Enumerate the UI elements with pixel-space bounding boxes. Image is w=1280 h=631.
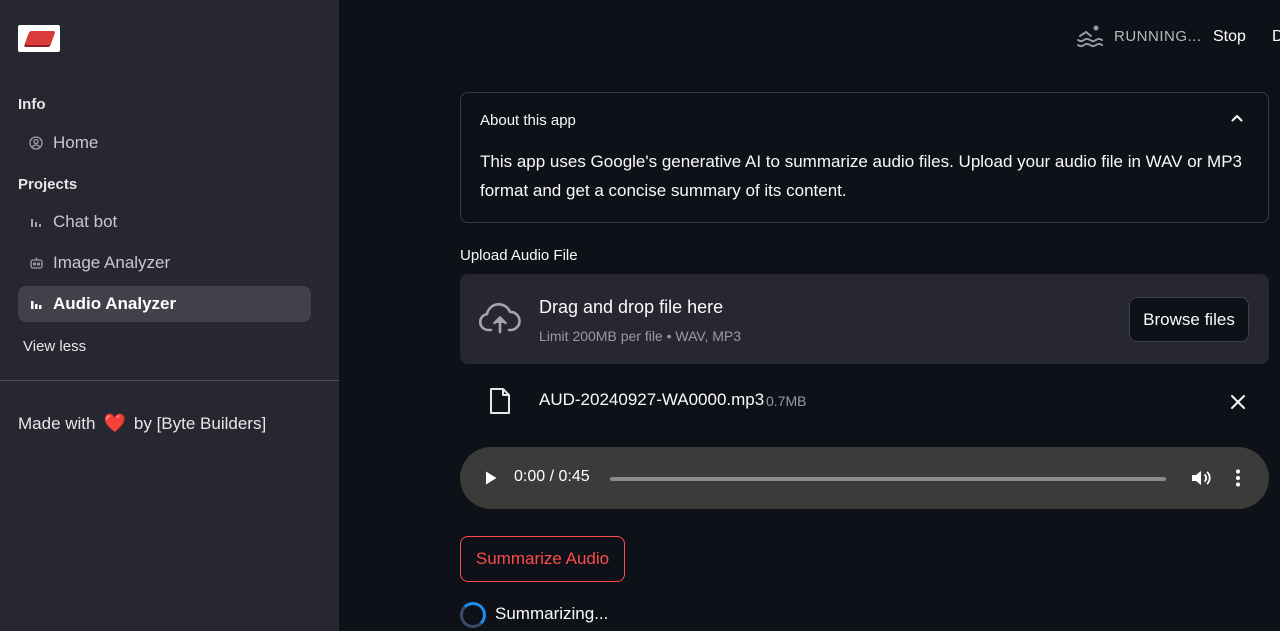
loading-spinner-icon [460,602,486,628]
file-dropzone[interactable]: Drag and drop file here Limit 200MB per … [460,274,1269,364]
volume-icon[interactable] [1191,469,1213,487]
sidebar-item-label: Audio Analyzer [53,294,177,313]
footer-suffix: by [Byte Builders] [133,413,267,433]
summarize-audio-button[interactable]: Summarize Audio [460,536,625,582]
cloud-upload-icon [478,303,521,334]
upload-label: Upload Audio File [460,247,578,264]
bar-chart-icon [28,214,44,230]
footer-prefix: Made with [18,413,96,433]
file-icon [490,388,510,414]
dropzone-title: Drag and drop file here [539,297,724,317]
about-expander: About this app This app uses Google's ge… [460,92,1269,223]
sidebar-item-chat-bot[interactable]: Chat bot [18,204,311,240]
browse-files-button[interactable]: Browse files [1129,297,1249,342]
expander-body: This app uses Google's generative AI to … [480,152,1243,200]
close-icon[interactable] [1229,393,1247,411]
heart-icon: ❤️ [103,413,126,433]
swimmer-icon [1077,25,1103,48]
view-less-link[interactable]: View less [23,338,86,355]
sidebar-item-label: Chat bot [53,212,118,231]
section-label-info: Info [18,96,46,113]
running-label: RUNNING... [1114,27,1202,45]
uploaded-file-name: AUD-20240927-WA0000.mp3 [539,390,765,409]
sidebar-divider [0,380,339,381]
dropzone-limits: Limit 200MB per file • WAV, MP3 [539,328,742,344]
sidebar: Info Home Projects Chat bot Image Analyz… [0,0,339,631]
audio-time: 0:00 / 0:45 [514,468,590,485]
deploy-button[interactable]: D [1272,28,1280,46]
running-status: RUNNING... [1076,24,1202,48]
uploaded-file-size: 0.7MB [766,393,807,409]
stop-button[interactable]: Stop [1213,28,1246,46]
sidebar-item-home[interactable]: Home [18,125,311,161]
robot-icon [28,255,44,271]
expander-title[interactable]: About this app [480,112,576,129]
play-icon[interactable] [485,471,497,485]
sidebar-footer: Made with ❤️ by [Byte Builders] [18,413,266,434]
audio-progress-slider[interactable] [610,477,1166,481]
sidebar-item-image-analyzer[interactable]: Image Analyzer [18,245,311,281]
audio-player: 0:00 / 0:45 [460,447,1269,509]
sidebar-item-label: Image Analyzer [53,253,171,272]
bar-chart-icon [28,296,44,312]
chevron-up-icon[interactable] [1230,111,1244,125]
user-circle-icon [28,135,44,151]
sidebar-item-label: Home [53,133,99,152]
section-label-projects: Projects [18,176,78,193]
sidebar-item-audio-analyzer[interactable]: Audio Analyzer [18,286,311,322]
summarizing-status: Summarizing... [495,604,609,623]
app-logo [18,25,60,52]
more-vertical-icon[interactable] [1233,469,1243,487]
